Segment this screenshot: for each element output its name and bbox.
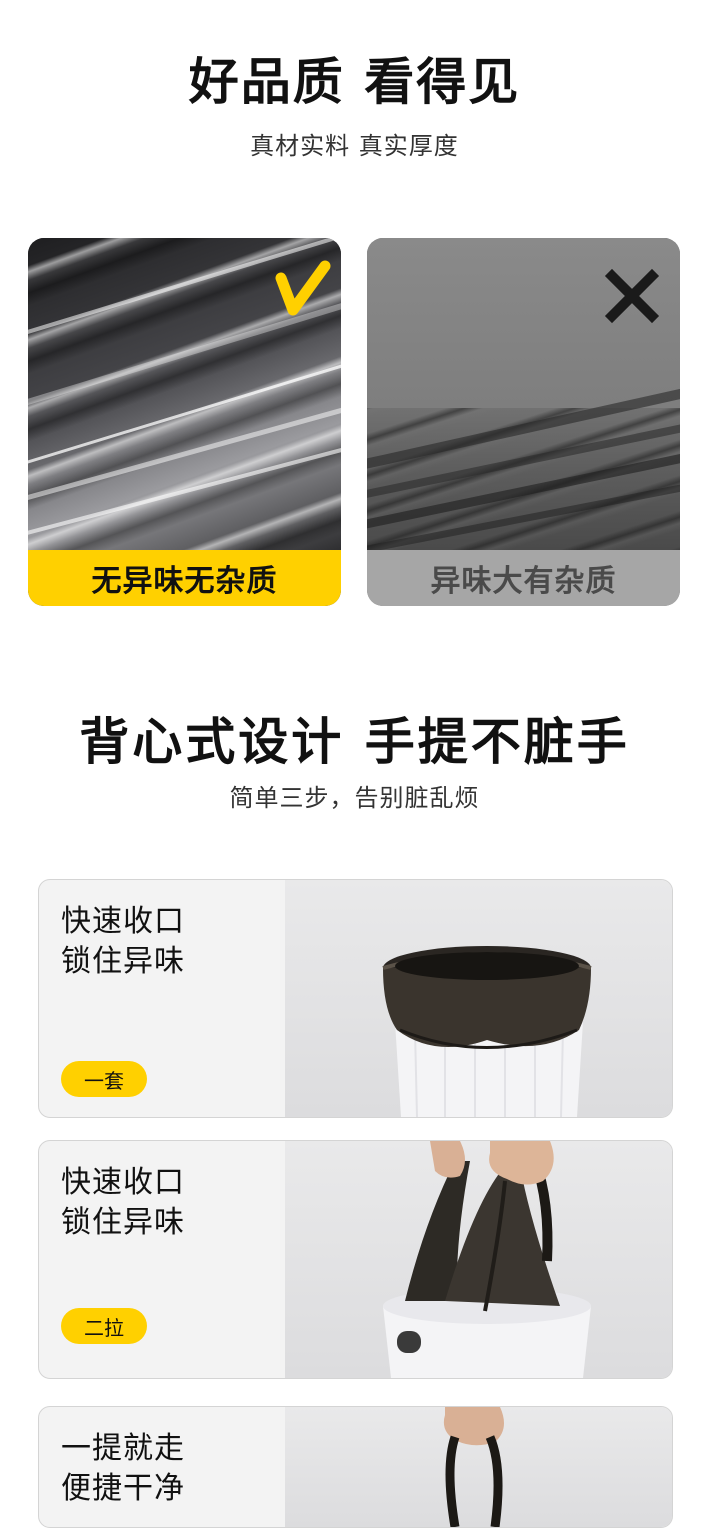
bad-quality-card: 异味大有杂质: [367, 238, 680, 606]
cross-icon: [604, 268, 660, 324]
bad-quality-label: 异味大有杂质: [367, 550, 680, 606]
step-text: 快速收口 锁住异味: [61, 902, 185, 982]
quality-subtitle: 真材实料 真实厚度: [250, 132, 459, 160]
check-icon: [275, 260, 331, 316]
good-quality-card: 无异味无杂质: [28, 238, 341, 606]
hands-pulling-bag-image: [285, 1141, 672, 1378]
design-title: 背心式设计 手提不脏手: [79, 713, 630, 771]
step-badge: 一套: [61, 1061, 147, 1097]
step-badge: 二拉: [61, 1308, 147, 1344]
trash-can-with-bag-image: [285, 880, 672, 1117]
step-text: 快速收口 锁住异味: [61, 1163, 185, 1243]
good-quality-label: 无异味无杂质: [28, 550, 341, 606]
step-line-1: 快速收口: [61, 1165, 185, 1200]
step-line-2: 便捷干净: [61, 1471, 185, 1506]
hand-carrying-bag-image: [285, 1407, 672, 1527]
step-line-2: 锁住异味: [61, 944, 185, 979]
design-subtitle: 简单三步，告别脏乱烦: [229, 784, 480, 812]
quality-title: 好品质 看得见: [188, 53, 521, 111]
step-line-1: 一提就走: [61, 1431, 185, 1466]
step-text: 一提就走 便捷干净: [61, 1429, 185, 1509]
step-line-2: 锁住异味: [61, 1205, 185, 1240]
step-card-2: 快速收口 锁住异味 二拉: [38, 1140, 673, 1379]
step-card-3: 一提就走 便捷干净: [38, 1406, 673, 1528]
step-card-1: 快速收口 锁住异味 一套: [38, 879, 673, 1118]
step-line-1: 快速收口: [61, 904, 185, 939]
